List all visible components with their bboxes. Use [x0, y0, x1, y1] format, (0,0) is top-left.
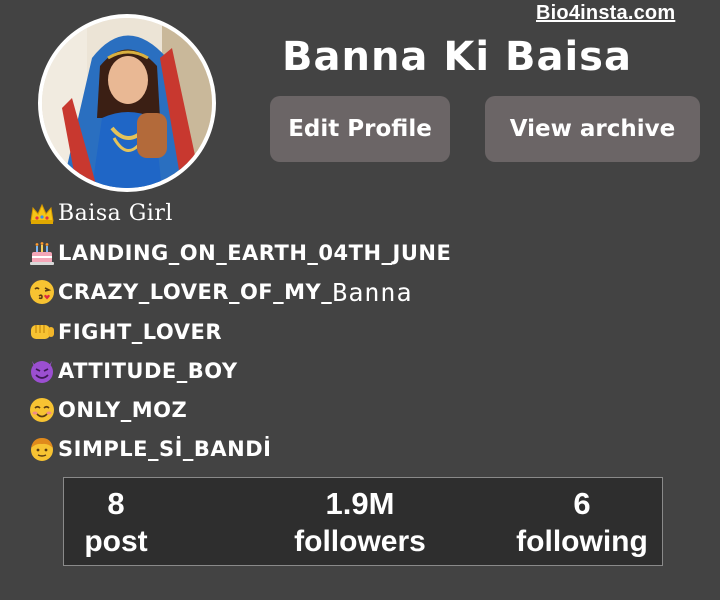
- stat-label: followers: [294, 525, 426, 558]
- watermark-link[interactable]: Bio4insta.com: [536, 2, 675, 25]
- bio-text: Baisa Girl: [58, 201, 173, 227]
- fist-icon: [28, 318, 56, 346]
- edit-profile-button[interactable]: Edit Profile: [270, 96, 450, 162]
- view-archive-button[interactable]: View archive: [485, 96, 700, 162]
- profile-stats: 8 post 1.9M followers 6 following: [63, 477, 663, 566]
- bio-text: FIGHT_LOVER: [58, 319, 222, 344]
- bio-text: CRAZY_LOVER_OF_MY_: [58, 280, 333, 305]
- stat-value: 6: [573, 486, 591, 521]
- profile-avatar[interactable]: [38, 14, 216, 192]
- kissing-face-icon: [28, 278, 56, 306]
- bio-text: ONLY_MOZ: [58, 398, 188, 423]
- birthday-cake-icon: [28, 239, 56, 267]
- stat-posts[interactable]: 8 post: [16, 478, 216, 560]
- bio-line: LANDING_ON_EARTH_04TH_JUNE: [28, 233, 498, 272]
- bio-text: LANDING_ON_EARTH_04TH_JUNE: [58, 240, 452, 265]
- bio-line: FIGHT_LOVER: [28, 312, 498, 351]
- profile-username: Banna Ki Baisa: [282, 34, 632, 80]
- stat-value: 1.9M: [325, 486, 395, 521]
- stat-value: 8: [107, 486, 125, 521]
- stat-label: post: [84, 525, 148, 558]
- stat-followers[interactable]: 1.9M followers: [260, 478, 460, 560]
- bio-line: ONLY_MOZ: [28, 390, 498, 429]
- bio-line: SIMPLE_Sİ_BANDİ: [28, 430, 498, 469]
- smiling-devil-icon: [28, 357, 56, 385]
- profile-bio: Baisa Girl LANDING_ON_EARTH_04TH_JUNE CR…: [28, 194, 498, 469]
- boy-face-icon: [28, 435, 56, 463]
- crown-icon: [28, 200, 56, 228]
- stat-following[interactable]: 6 following: [482, 478, 682, 560]
- bio-text: SIMPLE_Sİ_BANDİ: [58, 437, 272, 462]
- bio-line: CRAZY_LOVER_OF_MY_ Banna: [28, 273, 498, 312]
- stat-label: following: [516, 525, 648, 558]
- bio-line: Baisa Girl: [28, 194, 498, 233]
- smiling-face-icon: [28, 396, 56, 424]
- bio-text-extra: Banna: [332, 277, 413, 307]
- bio-line: ATTITUDE_BOY: [28, 351, 498, 390]
- bio-text: ATTITUDE_BOY: [58, 358, 238, 383]
